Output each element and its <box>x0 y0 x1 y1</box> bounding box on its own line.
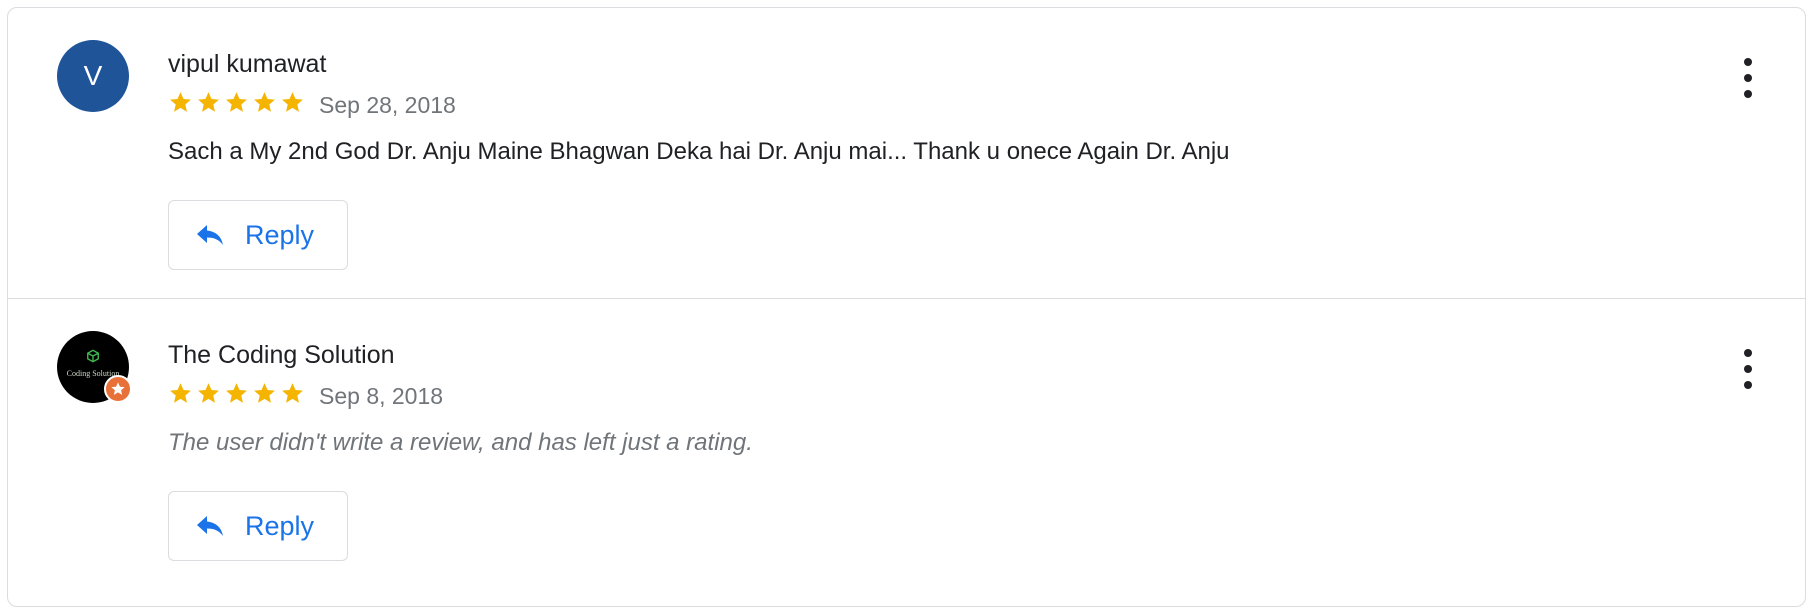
star-icon <box>254 383 275 403</box>
local-guide-badge-icon <box>104 375 132 403</box>
star-icon <box>226 92 247 112</box>
star-icon <box>226 383 247 403</box>
reply-arrow-icon <box>197 516 223 536</box>
reviewer-name[interactable]: The Coding Solution <box>168 341 395 370</box>
reply-button[interactable]: Reply <box>168 491 348 561</box>
reply-label: Reply <box>245 510 315 541</box>
more-vert-dot <box>1744 365 1752 373</box>
avatar[interactable]: Coding Solution <box>57 331 132 403</box>
star-icon <box>170 92 191 112</box>
logo-cube-icon <box>87 349 99 363</box>
star-icon <box>282 92 303 112</box>
more-options-button[interactable] <box>1738 349 1758 389</box>
review-date: Sep 28, 2018 <box>319 92 456 118</box>
star-icon <box>170 383 191 403</box>
more-vert-dot <box>1744 90 1752 98</box>
reviewer-name[interactable]: vipul kumawat <box>168 50 326 79</box>
avatar-letter: V <box>83 60 103 91</box>
more-options-button[interactable] <box>1738 58 1758 98</box>
reply-label: Reply <box>245 219 315 250</box>
more-vert-dot <box>1744 381 1752 389</box>
more-vert-dot <box>1744 74 1752 82</box>
star-rating <box>168 381 305 406</box>
reply-button[interactable]: Reply <box>168 200 348 270</box>
star-rating <box>168 90 305 115</box>
review-text: The user didn't write a review, and has … <box>168 429 753 456</box>
review-item: V vipul kumawat Sep 28, 2018 Sach a My 2… <box>8 8 1805 298</box>
review-date: Sep 8, 2018 <box>319 383 444 409</box>
star-icon <box>198 92 219 112</box>
avatar[interactable]: V <box>57 40 129 112</box>
reply-arrow-icon <box>197 225 223 245</box>
star-icon <box>282 383 303 403</box>
review-text: Sach a My 2nd God Dr. Anju Maine Bhagwan… <box>168 138 1230 165</box>
star-icon <box>198 383 219 403</box>
more-vert-icon <box>1744 58 1752 66</box>
reviews-card: V vipul kumawat Sep 28, 2018 Sach a My 2… <box>7 7 1806 607</box>
review-item: Coding Solution The Coding Solution Sep … <box>8 298 1805 589</box>
more-vert-icon <box>1744 349 1752 357</box>
star-icon <box>254 92 275 112</box>
